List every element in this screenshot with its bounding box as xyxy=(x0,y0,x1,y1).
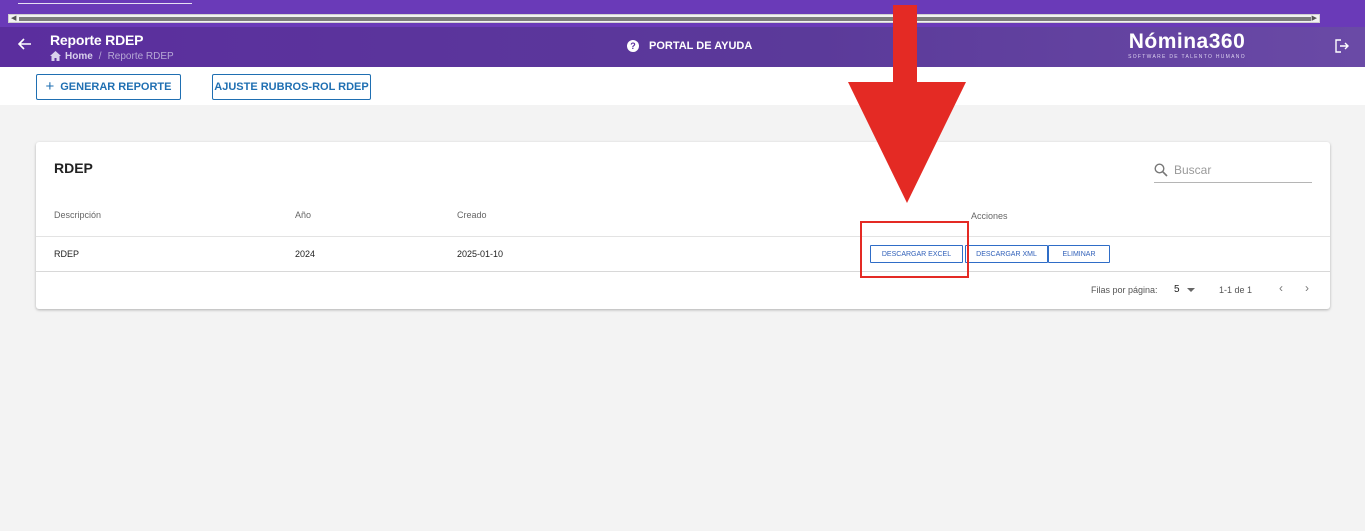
generate-report-label: GENERAR REPORTE xyxy=(60,81,172,93)
column-header-acciones: Acciones xyxy=(971,211,1008,221)
download-xml-button[interactable]: DESCARGAR XML xyxy=(965,245,1048,263)
table-header-divider xyxy=(36,236,1330,237)
help-icon: ? xyxy=(627,40,639,52)
brand-tagline: SOFTWARE DE TALENTO HUMANO xyxy=(1128,54,1246,60)
window-top-band: ◀ ▶ xyxy=(0,0,1365,27)
generate-report-button[interactable]: + GENERAR REPORTE xyxy=(36,74,181,100)
breadcrumb-home[interactable]: Home xyxy=(65,51,93,62)
rdep-card: RDEP Descripción Año Creado Acciones RDE… xyxy=(36,142,1330,309)
search-field[interactable] xyxy=(1154,158,1312,183)
chevron-left-icon[interactable]: ‹ xyxy=(1274,280,1288,296)
pagination-range: 1-1 de 1 xyxy=(1219,285,1253,295)
annotation-arrow-head xyxy=(848,82,966,203)
cell-creado: 2025-01-10 xyxy=(457,249,504,259)
home-icon[interactable] xyxy=(50,51,61,61)
annotation-arrow-shaft xyxy=(893,5,917,85)
brand-logo: Nómina360 SOFTWARE DE TALENTO HUMANO xyxy=(1120,30,1254,60)
scroll-right-icon[interactable]: ▶ xyxy=(1312,14,1317,23)
plus-icon: + xyxy=(45,78,55,95)
help-portal-link[interactable]: ? PORTAL DE AYUDA xyxy=(627,40,752,52)
card-title: RDEP xyxy=(54,160,93,176)
search-icon xyxy=(1154,163,1168,177)
logout-icon[interactable] xyxy=(1334,38,1350,54)
rows-per-page-label: Filas por página: xyxy=(1091,285,1158,295)
breadcrumb-separator: / xyxy=(98,50,102,62)
chevron-right-icon[interactable]: › xyxy=(1300,280,1314,296)
delete-button[interactable]: ELIMINAR xyxy=(1048,245,1110,263)
breadcrumb: Home / Reporte RDEP xyxy=(50,50,174,62)
scrollbar-thumb[interactable] xyxy=(19,17,1311,21)
cell-descripcion: RDEP xyxy=(54,249,80,259)
caret-down-icon xyxy=(1186,287,1195,292)
app-header: Reporte RDEP Home / Reporte RDEP ? PORTA… xyxy=(0,27,1365,67)
cell-anio: 2024 xyxy=(295,249,316,259)
adjust-items-button[interactable]: AJUSTE RUBROS-ROL RDEP xyxy=(212,74,371,100)
column-header-creado[interactable]: Creado xyxy=(457,210,487,220)
rows-per-page-select[interactable]: 5 xyxy=(1174,284,1195,295)
breadcrumb-current: Reporte RDEP xyxy=(107,50,174,62)
toolbar: + GENERAR REPORTE AJUSTE RUBROS-ROL RDEP xyxy=(0,67,1365,105)
annotation-highlight-box xyxy=(860,221,969,278)
brand-name: Nómina360 xyxy=(1128,30,1246,53)
search-input[interactable] xyxy=(1174,163,1304,177)
table-row-divider xyxy=(36,271,1330,272)
help-portal-label: PORTAL DE AYUDA xyxy=(649,40,753,52)
page-title: Reporte RDEP xyxy=(50,32,144,48)
rows-per-page-value: 5 xyxy=(1174,284,1180,295)
scroll-left-icon[interactable]: ◀ xyxy=(11,14,16,23)
column-header-descripcion[interactable]: Descripción xyxy=(54,210,101,220)
column-header-anio[interactable]: Año xyxy=(295,210,311,220)
back-arrow-icon[interactable] xyxy=(17,37,33,55)
tab-indicator xyxy=(18,3,192,4)
horizontal-scrollbar[interactable]: ◀ ▶ xyxy=(8,14,1320,23)
